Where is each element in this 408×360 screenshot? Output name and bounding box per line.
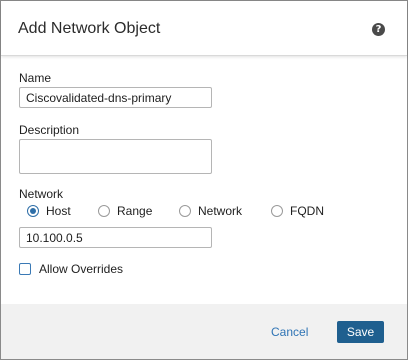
save-button[interactable]: Save xyxy=(337,321,384,343)
radio-host-label: Host xyxy=(46,204,71,218)
cancel-button[interactable]: Cancel xyxy=(271,324,308,340)
radio-range-circle[interactable] xyxy=(98,205,110,217)
radio-host[interactable]: Host xyxy=(27,203,71,219)
dialog-title: Add Network Object xyxy=(18,20,161,37)
description-textarea[interactable] xyxy=(19,139,212,174)
network-value-input[interactable] xyxy=(19,227,212,248)
dialog-footer: Cancel Save xyxy=(1,304,407,359)
radio-network[interactable]: Network xyxy=(179,203,242,219)
allow-overrides-checkbox[interactable] xyxy=(19,263,31,275)
radio-host-circle[interactable] xyxy=(27,205,39,217)
radio-fqdn-label: FQDN xyxy=(290,204,324,218)
radio-range[interactable]: Range xyxy=(98,203,152,219)
name-input[interactable] xyxy=(19,87,212,108)
allow-overrides-label: Allow Overrides xyxy=(39,262,124,276)
radio-network-circle[interactable] xyxy=(179,205,191,217)
help-circle-icon[interactable]: ? xyxy=(372,23,385,36)
radio-range-label: Range xyxy=(117,204,153,218)
network-type-radio-group: Host Range Network FQDN xyxy=(27,203,367,219)
radio-network-label: Network xyxy=(198,204,243,218)
add-network-object-dialog: Add Network Object ? Name Description Ne… xyxy=(0,0,408,360)
dialog-header: Add Network Object ? xyxy=(1,1,407,56)
network-label: Network xyxy=(19,187,64,201)
radio-fqdn-circle[interactable] xyxy=(271,205,283,217)
radio-fqdn[interactable]: FQDN xyxy=(271,203,324,219)
name-label: Name xyxy=(19,71,52,85)
description-label: Description xyxy=(19,123,80,137)
